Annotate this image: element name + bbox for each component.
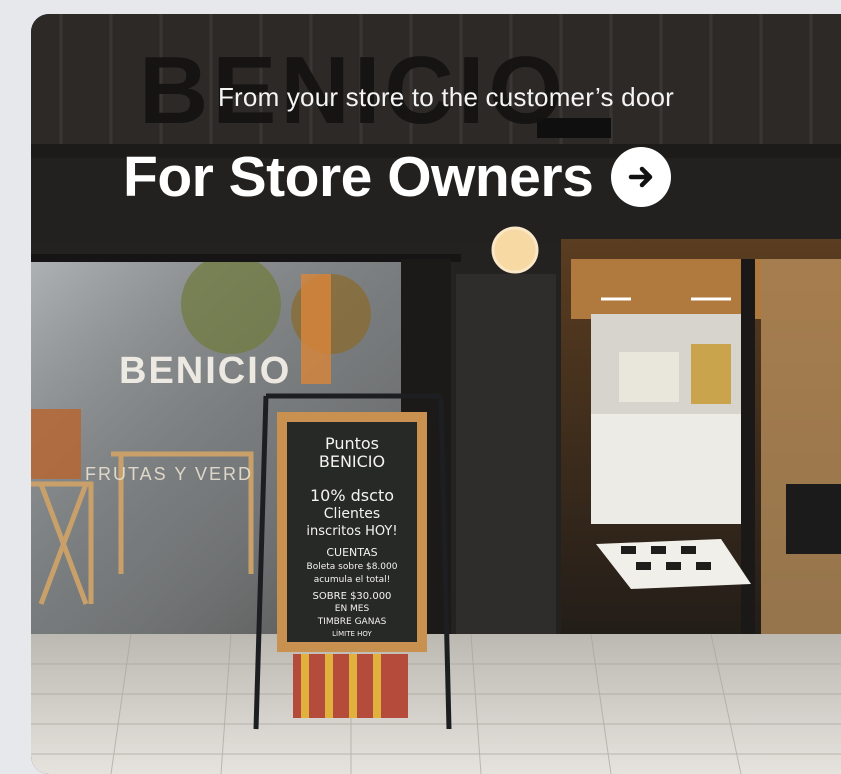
arrow-right-icon[interactable] [611,147,672,207]
chalkboard-line: Clientes [323,506,381,522]
chalkboard-line: acumula el total! [313,575,391,585]
for-store-owners-link[interactable]: For Store Owners [123,144,672,210]
chalkboard-line: SOBRE $30.000 [312,591,392,602]
chalkboard-line: EN MES [334,604,370,614]
chalkboard-line: BENICIO [318,452,386,471]
store-owners-card[interactable]: BENICIO From your store to the customer’… [31,14,841,774]
chalkboard-line: Puntos [324,434,380,453]
window-text: FRUTAS Y VERD [85,464,254,484]
chalkboard-line: 10% dscto [310,486,394,505]
chalkboard-line: LÍMITE HOY [332,630,372,638]
hero-subtitle: From your store to the customer’s door [217,82,675,112]
chalkboard-line: Boleta sobre $8.000 [306,562,398,572]
window-logo: BENICIO [119,350,292,392]
chalkboard-line: TIMBRE GANAS [317,617,387,627]
chalkboard-line: inscritos HOY! [306,524,398,539]
chalkboard-line: CUENTAS [326,546,378,559]
hero-title: For Store Owners [123,145,594,209]
